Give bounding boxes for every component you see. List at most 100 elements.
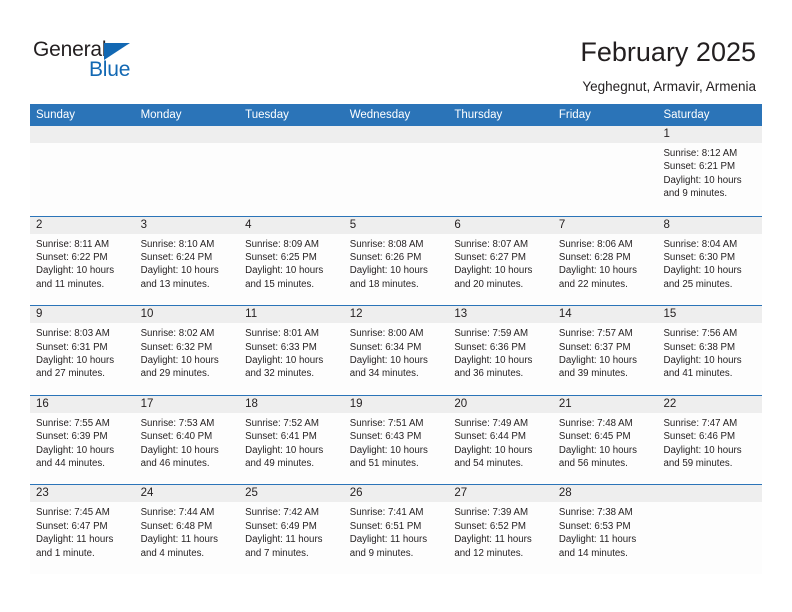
day-details: Sunrise: 7:41 AM Sunset: 6:51 PM Daylight:…	[344, 502, 449, 560]
calendar-day-cell[interactable]: 21 Sunrise: 7:48 AM Sunset: 6:45 PM Dayligh…	[552, 395, 658, 485]
calendar-day-cell[interactable]: 23 Sunrise: 7:45 AM Sunset: 6:47 PM Dayligh…	[30, 485, 135, 574]
daylight-text: Daylight: 11 hours and 1 minute.	[36, 534, 114, 559]
calendar-day-cell-empty	[552, 126, 658, 216]
sunrise-text: Sunrise: 8:04 AM	[663, 238, 738, 250]
day-number: 9	[30, 306, 135, 324]
calendar-day-cell-empty	[448, 126, 553, 216]
sunrise-text: Sunrise: 8:08 AM	[349, 238, 424, 250]
day-number: 24	[134, 485, 240, 503]
calendar-day-cell[interactable]: 5 Sunrise: 8:08 AM Sunset: 6:26 PM Daylight…	[343, 216, 449, 306]
calendar-day-cell[interactable]: 11 Sunrise: 8:01 AM Sunset: 6:33 PM Dayligh…	[239, 306, 344, 395]
calendar-day-cell[interactable]: 16 Sunrise: 7:55 AM Sunset: 6:39 PM Dayligh…	[30, 395, 135, 485]
sunrise-text: Sunrise: 7:49 AM	[454, 417, 529, 429]
calendar-day-cell-empty	[343, 126, 449, 216]
sunrise-text: Sunrise: 8:03 AM	[36, 328, 110, 340]
calendar-day-cell[interactable]: 17 Sunrise: 7:53 AM Sunset: 6:40 PM Dayligh…	[134, 395, 240, 485]
sunrise-text: Sunrise: 7:44 AM	[140, 507, 215, 519]
calendar-day-cell[interactable]: 2 Sunrise: 8:11 AM Sunset: 6:22 PM Daylight…	[30, 216, 135, 306]
general-blue-logo[interactable]: General Blue	[33, 38, 233, 88]
sunset-text: Sunset: 6:30 PM	[663, 252, 736, 263]
calendar-day-cell[interactable]: 1 Sunrise: 8:12 AM Sunset: 6:21 PM Daylight…	[657, 126, 763, 216]
sunset-text: Sunset: 6:27 PM	[454, 252, 526, 263]
daylight-text: Daylight: 11 hours and 9 minutes.	[349, 534, 428, 559]
day-number	[30, 126, 135, 143]
day-number: 5	[343, 216, 449, 234]
day-number: 27	[448, 485, 553, 503]
calendar-day-cell[interactable]: 13 Sunrise: 7:59 AM Sunset: 6:36 PM Dayligh…	[448, 306, 553, 395]
calendar-day-cell[interactable]: 18 Sunrise: 7:52 AM Sunset: 6:41 PM Dayligh…	[239, 395, 344, 485]
sunset-text: Sunset: 6:44 PM	[454, 431, 526, 443]
daylight-text: Daylight: 10 hours and 32 minutes.	[245, 355, 324, 380]
weekday-header-saturday: Saturday	[663, 109, 710, 121]
sunset-text: Sunset: 6:52 PM	[454, 520, 526, 532]
day-details: Sunrise: 7:53 AM Sunset: 6:40 PM Daylight:…	[135, 413, 240, 471]
daylight-text: Daylight: 11 hours and 12 minutes.	[454, 534, 532, 559]
day-details: Sunrise: 7:47 AM Sunset: 6:46 PM Daylight:…	[657, 413, 762, 471]
calendar-week-row: 9 Sunrise: 8:03 AM Sunset: 6:31 PM Daylight…	[30, 305, 763, 395]
day-number: 23	[30, 485, 135, 503]
sunrise-text: Sunrise: 7:56 AM	[663, 328, 738, 340]
daylight-text: Daylight: 10 hours and 54 minutes.	[454, 444, 533, 469]
day-details: Sunrise: 8:01 AM Sunset: 6:33 PM Daylight:…	[239, 323, 344, 381]
sunrise-text: Sunrise: 8:09 AM	[245, 238, 319, 250]
calendar-day-cell[interactable]: 19 Sunrise: 7:51 AM Sunset: 6:43 PM Dayligh…	[343, 395, 449, 485]
calendar-day-cell[interactable]: 14 Sunrise: 7:57 AM Sunset: 6:37 PM Dayligh…	[552, 306, 658, 395]
calendar-day-cell[interactable]: 22 Sunrise: 7:47 AM Sunset: 6:46 PM Dayligh…	[657, 395, 763, 485]
daylight-text: Daylight: 10 hours and 25 minutes.	[663, 265, 742, 290]
day-details: Sunrise: 8:11 AM Sunset: 6:22 PM Daylight:…	[30, 234, 135, 292]
calendar-day-cell[interactable]: 20 Sunrise: 7:49 AM Sunset: 6:44 PM Dayligh…	[448, 395, 553, 485]
calendar-week-row: 23 Sunrise: 7:45 AM Sunset: 6:47 PM Dayligh…	[30, 484, 763, 574]
sunset-text: Sunset: 6:24 PM	[140, 252, 213, 263]
daylight-text: Daylight: 10 hours and 46 minutes.	[140, 444, 219, 469]
calendar-day-cell[interactable]: 10 Sunrise: 8:02 AM Sunset: 6:32 PM Dayligh…	[134, 306, 240, 395]
calendar-day-cell[interactable]: 9 Sunrise: 8:03 AM Sunset: 6:31 PM Daylight…	[30, 306, 135, 395]
day-details: Sunrise: 7:49 AM Sunset: 6:44 PM Daylight:…	[448, 413, 553, 471]
day-details: Sunrise: 7:56 AM Sunset: 6:38 PM Daylight:…	[657, 323, 762, 381]
day-details: Sunrise: 7:44 AM Sunset: 6:48 PM Daylight:…	[135, 502, 240, 560]
calendar-day-cell[interactable]: 24 Sunrise: 7:44 AM Sunset: 6:48 PM Dayligh…	[134, 485, 240, 574]
day-number: 10	[134, 306, 240, 324]
calendar-day-cell[interactable]: 27 Sunrise: 7:39 AM Sunset: 6:52 PM Dayligh…	[448, 485, 553, 574]
day-details: Sunrise: 8:03 AM Sunset: 6:31 PM Daylight:…	[30, 323, 135, 381]
calendar-day-cell[interactable]: 3 Sunrise: 8:10 AM Sunset: 6:24 PM Daylight…	[134, 216, 240, 306]
daylight-text: Daylight: 10 hours and 51 minutes.	[349, 444, 428, 469]
sunrise-text: Sunrise: 7:55 AM	[36, 417, 110, 429]
sunrise-text: Sunrise: 7:41 AM	[349, 507, 424, 519]
calendar-day-cell[interactable]: 25 Sunrise: 7:42 AM Sunset: 6:49 PM Dayligh…	[239, 485, 344, 574]
daylight-text: Daylight: 10 hours and 56 minutes.	[558, 444, 637, 469]
calendar-day-cell-empty	[657, 485, 763, 574]
calendar-day-cell[interactable]: 7 Sunrise: 8:06 AM Sunset: 6:28 PM Daylight…	[552, 216, 658, 306]
day-number: 16	[30, 395, 135, 413]
calendar-day-cell[interactable]: 6 Sunrise: 8:07 AM Sunset: 6:27 PM Daylight…	[448, 216, 553, 306]
day-details: Sunrise: 7:39 AM Sunset: 6:52 PM Daylight:…	[448, 502, 553, 560]
calendar-day-cell[interactable]: 12 Sunrise: 8:00 AM Sunset: 6:34 PM Dayligh…	[343, 306, 449, 395]
daylight-text: Daylight: 10 hours and 29 minutes.	[140, 355, 219, 380]
day-number: 19	[343, 395, 449, 413]
daylight-text: Daylight: 10 hours and 15 minutes.	[245, 265, 324, 290]
logo-text-blue: Blue	[89, 58, 131, 81]
page-subtitle: Yeghegnut, Armavir, Armenia	[582, 79, 756, 94]
day-number: 4	[239, 216, 344, 234]
calendar-day-cell-empty	[30, 126, 135, 216]
sunrise-text: Sunrise: 8:00 AM	[349, 328, 424, 340]
day-number: 26	[343, 485, 449, 503]
day-details: Sunrise: 8:09 AM Sunset: 6:25 PM Daylight:…	[239, 234, 344, 292]
calendar-day-cell[interactable]: 4 Sunrise: 8:09 AM Sunset: 6:25 PM Daylight…	[239, 216, 344, 306]
sunset-text: Sunset: 6:22 PM	[36, 252, 108, 263]
daylight-text: Daylight: 10 hours and 22 minutes.	[558, 265, 637, 290]
calendar-day-cell[interactable]: 28 Sunrise: 7:38 AM Sunset: 6:53 PM Dayligh…	[552, 485, 658, 574]
calendar-day-cell[interactable]: 15 Sunrise: 7:56 AM Sunset: 6:38 PM Dayligh…	[657, 306, 763, 395]
daylight-text: Daylight: 10 hours and 44 minutes.	[36, 444, 115, 469]
sunrise-text: Sunrise: 8:07 AM	[454, 238, 529, 250]
calendar-day-cell[interactable]: 26 Sunrise: 7:41 AM Sunset: 6:51 PM Dayligh…	[343, 485, 449, 574]
sunset-text: Sunset: 6:48 PM	[140, 520, 213, 532]
day-number: 8	[657, 216, 763, 234]
calendar-day-cell[interactable]: 8 Sunrise: 8:04 AM Sunset: 6:30 PM Daylight…	[657, 216, 763, 306]
day-details: Sunrise: 7:45 AM Sunset: 6:47 PM Daylight:…	[30, 502, 135, 560]
weekday-header-row: Sunday Monday Tuesday Wednesday Thursday…	[30, 104, 762, 126]
day-number: 12	[343, 306, 449, 324]
daylight-text: Daylight: 10 hours and 11 minutes.	[36, 265, 115, 290]
day-details: Sunrise: 7:52 AM Sunset: 6:41 PM Daylight:…	[239, 413, 344, 471]
day-number: 3	[134, 216, 240, 234]
sunset-text: Sunset: 6:45 PM	[558, 431, 631, 443]
